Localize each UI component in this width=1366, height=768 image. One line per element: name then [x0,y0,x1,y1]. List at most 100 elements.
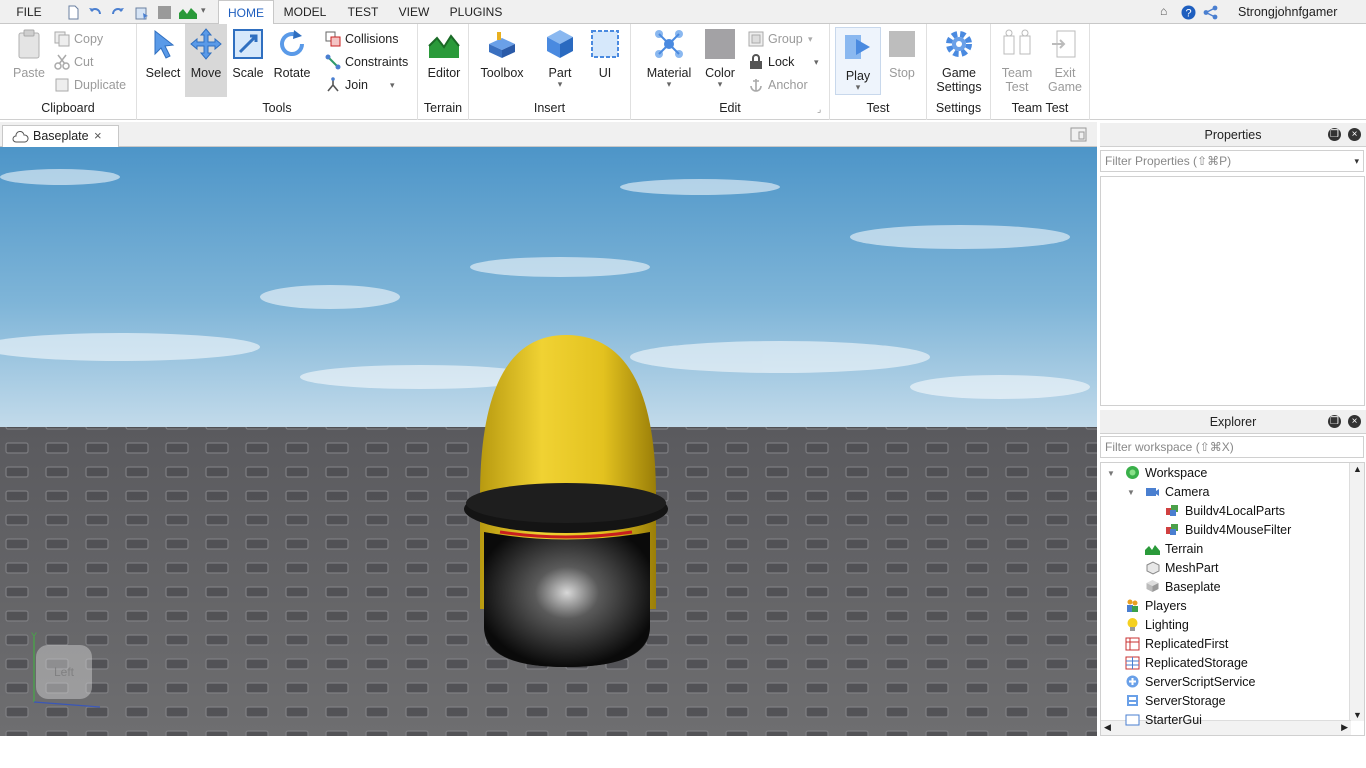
group-button[interactable]: Group ▾ [748,29,813,49]
close-tab-icon[interactable]: × [94,128,102,143]
quick-access-dropdown-icon[interactable]: ▾ [201,5,206,16]
cut-button[interactable]: Cut [54,52,93,72]
color-button[interactable]: Color ▾ [701,28,739,89]
copy-button[interactable]: Copy [54,29,103,49]
team-test-button[interactable]: Team Test [995,28,1039,94]
cut-label: Cut [74,55,94,69]
paste-icon [18,29,40,59]
test-group: Play ▾ Stop Test [830,24,927,120]
lock-chevron-icon: ▾ [814,57,819,67]
explorer-close-icon[interactable]: × [1348,415,1361,428]
explorer-item-buildv4mousefilter[interactable]: Buildv4MouseFilter [1165,521,1291,540]
redo-icon[interactable] [110,5,125,20]
undo-icon[interactable] [88,5,103,20]
paste-small-icon[interactable] [134,5,149,20]
scroll-left-icon[interactable]: ◀ [1104,722,1111,733]
constraints-toggle[interactable]: Constraints [325,52,408,72]
gear-icon [946,31,972,57]
view-cube-label[interactable]: Left [54,665,75,679]
explorer-item-label: ServerStorage [1145,694,1226,708]
properties-undock-icon[interactable]: ❐ [1328,128,1341,141]
material-button[interactable]: Material ▾ [645,28,693,89]
explorer-undock-icon[interactable]: ❐ [1328,415,1341,428]
help-icon[interactable]: ? [1181,5,1196,20]
menu-bar: FILE ▾ HOME MODEL TEST VIEW PLUGINS ⌂ ? … [0,0,1366,25]
rotate-button[interactable]: Rotate [270,28,314,80]
scale-button[interactable]: Scale [229,28,267,80]
join-dropdown[interactable]: Join ▾ [325,75,395,95]
explorer-filter-input[interactable]: Filter workspace (⇧⌘X) [1100,436,1364,458]
tab-model[interactable]: MODEL [276,0,334,24]
ui-button[interactable]: UI [587,28,623,80]
game-settings-button[interactable]: Game Settings [933,28,985,94]
3d-viewport[interactable]: Left Y [0,147,1097,736]
explorer-vertical-scrollbar[interactable]: ▲ ▼ [1349,463,1364,721]
terrain-editor-button[interactable]: Editor [424,28,464,80]
scroll-down-icon[interactable]: ▼ [1353,710,1362,720]
document-tab-bar: Baseplate × [0,122,1097,148]
camera-icon [1145,485,1165,499]
explorer-item-terrain[interactable]: Terrain [1145,540,1203,559]
anchor-icon [750,79,762,92]
explorer-item-replicatedstorage[interactable]: ReplicatedStorage [1125,654,1248,673]
explorer-item-serverstorage[interactable]: ServerStorage [1125,692,1226,711]
tab-plugins[interactable]: PLUGINS [444,0,508,24]
explorer-item-label: Lighting [1145,618,1189,632]
scroll-up-icon[interactable]: ▲ [1353,464,1362,474]
share-icon[interactable] [1203,5,1218,20]
select-button[interactable]: Select [143,28,183,80]
explorer-item-label: ReplicatedStorage [1145,656,1248,670]
explorer-item-workspace[interactable]: ▼ Workspace [1107,464,1208,483]
duplicate-button[interactable]: Duplicate [54,75,126,95]
players-icon [1125,599,1145,613]
explorer-item-serverscriptservice[interactable]: ServerScriptService [1125,673,1255,692]
edit-group: Material ▾ Color ▾ Group ▾ Lock ▾ Anchor ⌟… [631,24,830,120]
username[interactable]: Strongjohnfgamer [1238,0,1337,24]
explorer-item-lighting[interactable]: Lighting [1125,616,1189,635]
explorer-item-startergui[interactable]: StarterGui [1125,711,1202,730]
viewport-layout-icon[interactable] [1070,127,1087,142]
anchor-button[interactable]: Anchor [748,75,808,95]
stop-small-icon[interactable] [157,5,172,20]
tab-baseplate[interactable]: Baseplate × [2,125,119,148]
play-button[interactable]: Play ▾ [835,27,881,95]
cloud-icon [12,131,29,143]
starter-gui-icon [1125,713,1145,727]
expand-arrow-icon[interactable]: ▼ [1127,483,1135,502]
new-file-icon[interactable] [66,5,81,20]
exit-game-button[interactable]: Exit Game [1043,28,1087,94]
explorer-item-label: Buildv4LocalParts [1185,504,1286,518]
terrain-small-icon[interactable] [179,5,197,20]
properties-filter-dropdown-icon[interactable]: ▾ [1354,151,1359,171]
tab-home[interactable]: HOME [218,0,274,25]
toolbox-button[interactable]: Toolbox [477,28,527,80]
explorer-item-replicatedfirst[interactable]: ReplicatedFirst [1125,635,1228,654]
collisions-toggle[interactable]: Collisions [325,29,399,49]
explorer-item-baseplate[interactable]: Baseplate [1145,578,1221,597]
expand-arrow-icon[interactable]: ▼ [1107,464,1115,483]
lighting-icon [1125,618,1145,632]
scroll-right-icon[interactable]: ▶ [1341,722,1348,733]
file-menu[interactable]: FILE [10,0,48,24]
explorer-item-buildv4localparts[interactable]: Buildv4LocalParts [1165,502,1285,521]
explorer-item-meshpart[interactable]: MeshPart [1145,559,1219,578]
paste-button[interactable]: Paste [8,28,50,80]
terrain-editor-label: Editor [427,66,461,80]
play-label: Play [845,69,871,83]
properties-close-icon[interactable]: × [1348,128,1361,141]
collapse-ribbon-icon[interactable]: ⌂ [1160,4,1167,18]
part-button[interactable]: Part ▾ [539,28,581,89]
lock-button[interactable]: Lock ▾ [748,52,819,72]
team-test-group-label: Team Test [1011,101,1069,115]
tab-view[interactable]: VIEW [392,0,436,24]
properties-filter-input[interactable]: Filter Properties (⇧⌘P) ▾ [1100,150,1364,172]
explorer-item-camera[interactable]: ▼ Camera [1127,483,1209,502]
tab-test[interactable]: TEST [338,0,388,24]
stop-button[interactable]: Stop [884,28,920,80]
part-label: Part [548,66,572,80]
part-icon [1145,580,1165,594]
move-arrows-icon [190,28,222,60]
explorer-item-label: Workspace [1145,466,1208,480]
move-button[interactable]: Move [185,24,227,97]
explorer-item-players[interactable]: Players [1125,597,1187,616]
